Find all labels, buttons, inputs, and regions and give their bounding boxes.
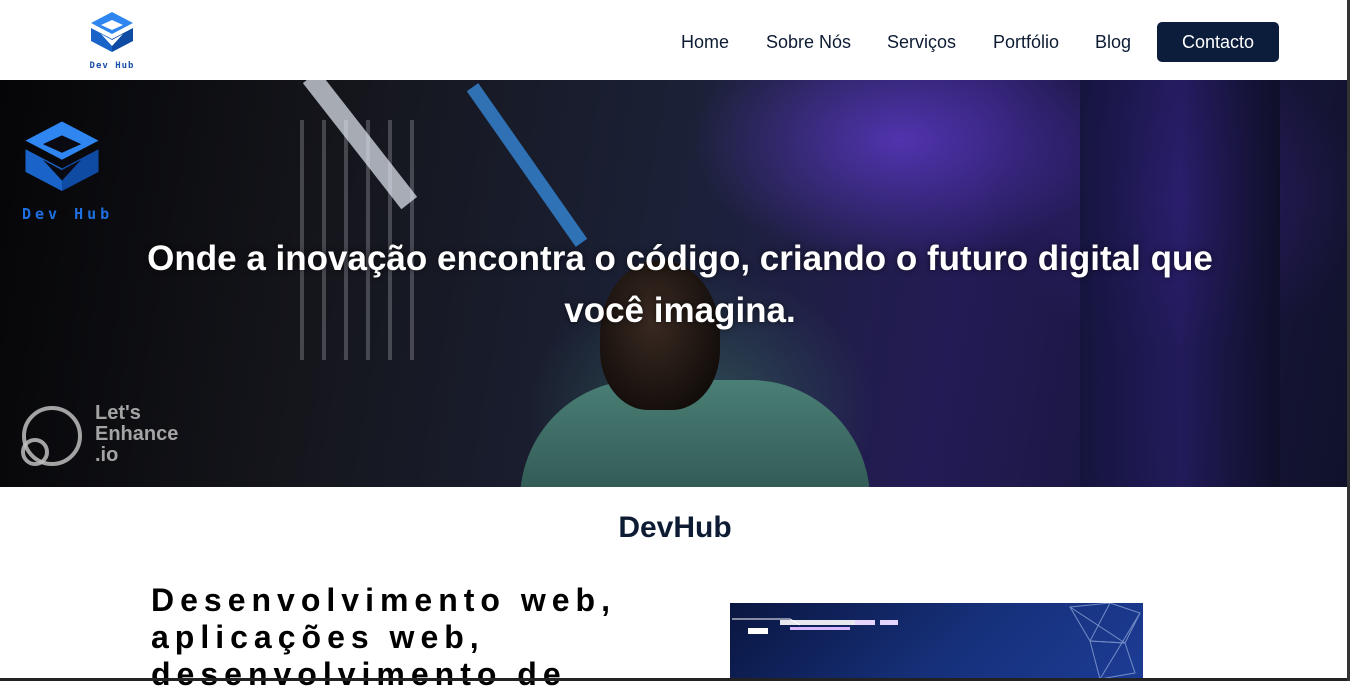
watermark-line: .io xyxy=(95,444,119,466)
promo-image xyxy=(730,603,1143,681)
logo-text: Dev Hub xyxy=(89,61,135,71)
hero-heading: Onde a inovação encontra o código, crian… xyxy=(60,233,1300,337)
lets-enhance-logo-icon xyxy=(21,406,82,466)
hero-heading-line: você imagina. xyxy=(564,291,796,330)
section-title: DevHub xyxy=(618,511,732,544)
watermark-line: Enhance xyxy=(95,423,179,445)
services-line: Desenvolvimento web, xyxy=(151,582,616,618)
hero-heading-line: Onde a inovação encontra o código, crian… xyxy=(147,239,1213,278)
lets-enhance-watermark: Let's Enhance .io xyxy=(20,400,220,472)
tech-graphic xyxy=(732,603,1141,680)
watermark-text: Let's Enhance .io xyxy=(95,403,178,466)
contact-button[interactable]: Contacto xyxy=(1157,22,1279,62)
services-heading: Desenvolvimento web, aplicações web, des… xyxy=(151,582,711,693)
watermark-line: Let's xyxy=(95,402,141,424)
nav-blog[interactable]: Blog xyxy=(1095,22,1131,62)
nav-home[interactable]: Home xyxy=(681,22,729,62)
cube-logo-icon xyxy=(25,121,99,192)
hero-logo: Dev Hub xyxy=(22,100,112,223)
services-line: desenvolvimento de xyxy=(151,656,567,692)
services-line: aplicações web, xyxy=(151,619,485,655)
light-beam xyxy=(466,83,588,247)
site-header: Dev Hub Home Sobre Nós Serviços Portfóli… xyxy=(0,0,1350,80)
nav-servicos[interactable]: Serviços xyxy=(887,22,956,62)
nav-portfolio[interactable]: Portfólio xyxy=(993,22,1059,62)
nav-sobre-nos[interactable]: Sobre Nós xyxy=(766,22,851,62)
main-nav: Home Sobre Nós Serviços Portfólio Blog C… xyxy=(0,22,1350,62)
hero-logo-text: Dev Hub xyxy=(22,205,114,223)
